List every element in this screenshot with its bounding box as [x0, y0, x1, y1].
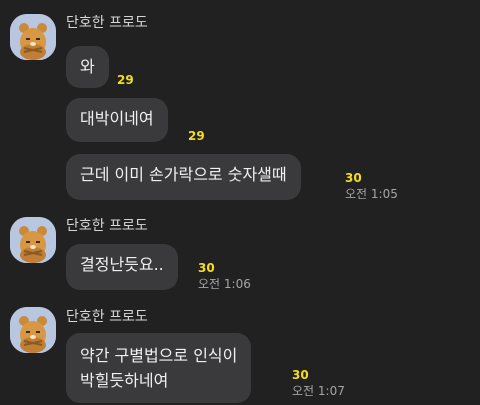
sender-name: 단호한 프로도 [66, 309, 148, 325]
avatar[interactable] [10, 14, 56, 60]
avatar[interactable] [10, 307, 56, 353]
message-text: 와 [80, 57, 95, 76]
message-bubble[interactable]: 와 [66, 46, 109, 88]
sender-name: 단호한 프로도 [66, 15, 148, 31]
message-timestamp: 오전 1:05 [345, 187, 398, 201]
message-bubble[interactable]: 근데 이미 손가락으로 숫자샐때 [66, 154, 301, 200]
ryan-character-icon [10, 14, 56, 60]
message-text: 대박이네여 [80, 109, 154, 128]
ryan-character-icon [10, 217, 56, 263]
message-text-line: 약간 구별법으로 인식이 [80, 346, 238, 365]
unread-count: 29 [117, 73, 134, 87]
message-timestamp: 오전 1:07 [292, 384, 345, 398]
message-bubble[interactable]: 대박이네여 [66, 98, 168, 142]
chat-room: 단호한 프로도 와 29 대박이네여 29 근데 이미 손가락으로 숫자샐때 3… [0, 0, 480, 405]
ryan-character-icon [10, 307, 56, 353]
sender-name: 단호한 프로도 [66, 218, 148, 234]
unread-count: 30 [292, 368, 309, 382]
unread-count: 29 [188, 129, 205, 143]
avatar[interactable] [10, 217, 56, 263]
message-bubble[interactable]: 약간 구별법으로 인식이 박힐듯하네여 [66, 333, 252, 403]
message-text: 결정난듯요.. [80, 255, 164, 274]
unread-count: 30 [345, 171, 362, 185]
unread-count: 30 [198, 261, 215, 275]
message-text: 근데 이미 손가락으로 숫자샐때 [80, 165, 287, 184]
message-timestamp: 오전 1:06 [198, 277, 251, 291]
message-text-line: 박힐듯하네여 [80, 371, 169, 390]
message-bubble[interactable]: 결정난듯요.. [66, 244, 178, 290]
